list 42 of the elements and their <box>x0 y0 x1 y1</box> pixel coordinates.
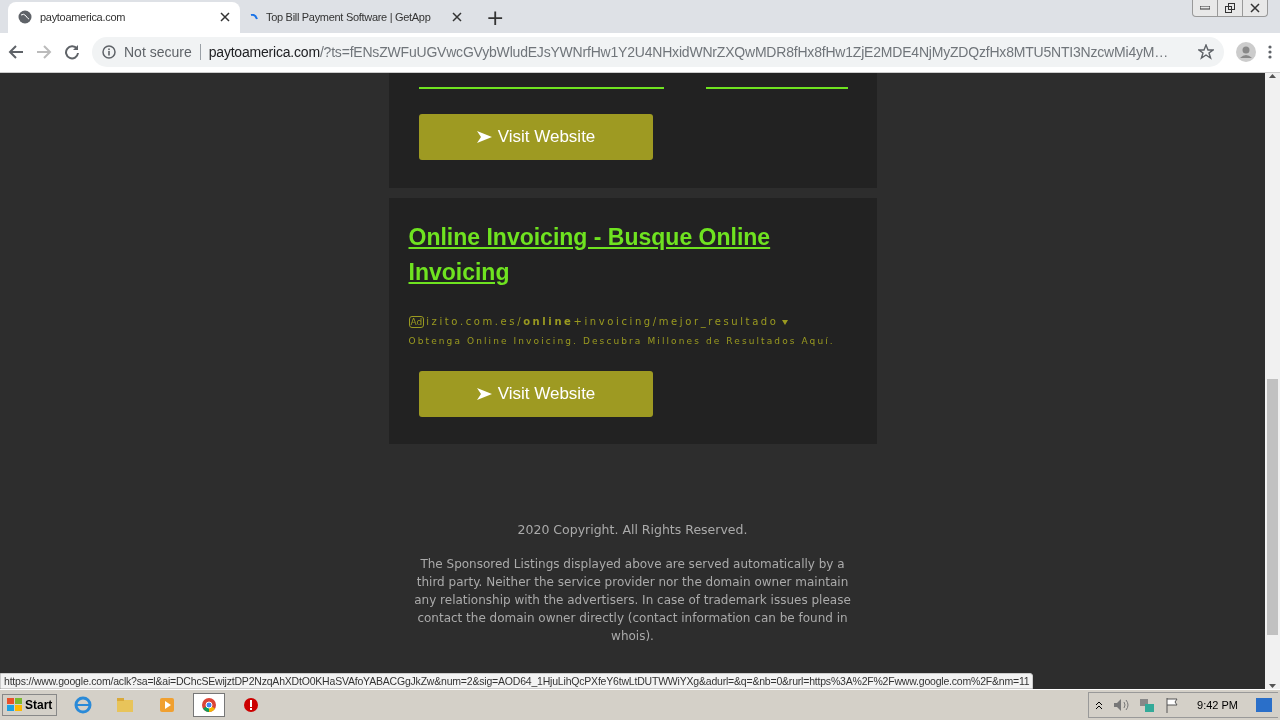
address-bar[interactable]: Not secure paytoamerica.com/?ts=fENsZWFuUGVwcGVybWludEJsYWNrfHw1Y2U4NHxidWNrZXQwMDR8fHx8fHw1ZjE2MDE4NjMyZDQzfHx8MTU5NTI3NzcwMi4yM… <box>92 37 1224 68</box>
flag-icon[interactable] <box>1165 697 1180 714</box>
clock: 9:42 PM <box>1197 699 1238 712</box>
tab-title: paytoamerica.com <box>40 11 127 24</box>
scrollbar-thumb[interactable] <box>1267 378 1278 635</box>
browser-tab[interactable]: paytoamerica.com <box>8 1 240 33</box>
restore-icon <box>1225 3 1235 13</box>
new-tab-button[interactable]: + <box>486 1 505 33</box>
speaker-icon[interactable] <box>1113 698 1130 713</box>
stop-icon[interactable] <box>243 697 260 714</box>
arrow-icon <box>475 386 492 401</box>
browser-tab[interactable]: Top Bill Payment Software | GetApp <box>240 1 472 33</box>
arrow-icon <box>475 129 492 144</box>
status-url: https://www.google.com/aclk?sa=l&ai=DChcSEwijztDP2NzqAhXDtO0KHaSVAfoYABACGgJkZw&num=2&sig=AOD64_1HjuLihQcPXfeY6twLtDUTWWiYXg&adurl=&q=&nb=0&rurl=https%3A%2F%2Fwww.google.com%2F&nm=11 <box>0 673 1034 690</box>
ad-title-link[interactable]: Online Invoicing - Busque Online Invoicing <box>408 219 809 290</box>
show-desktop-icon[interactable] <box>1256 698 1272 713</box>
star-icon[interactable] <box>1198 44 1214 61</box>
taskbar-app[interactable] <box>193 693 226 718</box>
close-icon[interactable] <box>452 12 462 23</box>
copyright-text: 2020 Copyright. All Rights Reserved. <box>517 521 748 537</box>
ad-description: Obtenga Online Invoicing. Descubra Millones de Resultados Aquí. <box>408 335 836 346</box>
tab-title: Top Bill Payment Software | GetApp <box>266 11 432 24</box>
dropdown-icon <box>780 317 789 326</box>
close-icon[interactable] <box>220 12 230 23</box>
security-label: Not secure <box>124 44 192 61</box>
info-icon <box>102 45 116 60</box>
url-text: paytoamerica.com/?ts=fENsZWFuUGVwcGVybWludEJsYWNrfHw1Y2U4NHxidWNrZXQwMDR8fHx8fHw1ZjE2MDE4NjMyZDQzfHx8MTU5NTI3NzcwMi4yM… <box>208 44 1170 61</box>
chevron-up-icon[interactable] <box>1095 700 1104 711</box>
chrome-icon[interactable] <box>201 697 218 714</box>
avatar-icon[interactable] <box>1236 42 1256 63</box>
disclaimer-text: The Sponsored Listings displayed above are served automatically by a third party. Neither the service provider nor the domain owner maintain any relationship with the advertisers. In case of trademark issues please contact the domain owner directly (contact information can be found in whois). <box>413 555 852 645</box>
browser-icon[interactable] <box>74 696 93 715</box>
close-icon <box>1250 3 1260 13</box>
minimize-icon <box>1200 6 1210 10</box>
network-icon[interactable] <box>1139 697 1156 714</box>
start-button[interactable]: Start <box>2 694 58 717</box>
reload-icon[interactable] <box>64 44 80 61</box>
back-icon[interactable] <box>8 44 24 61</box>
windows-logo-icon <box>7 698 23 713</box>
menu-icon[interactable] <box>1268 44 1272 61</box>
ad-badge: Ad <box>408 315 425 328</box>
ad-url: izito.com.es/online+invoicing/mejor_resultado <box>426 316 779 328</box>
